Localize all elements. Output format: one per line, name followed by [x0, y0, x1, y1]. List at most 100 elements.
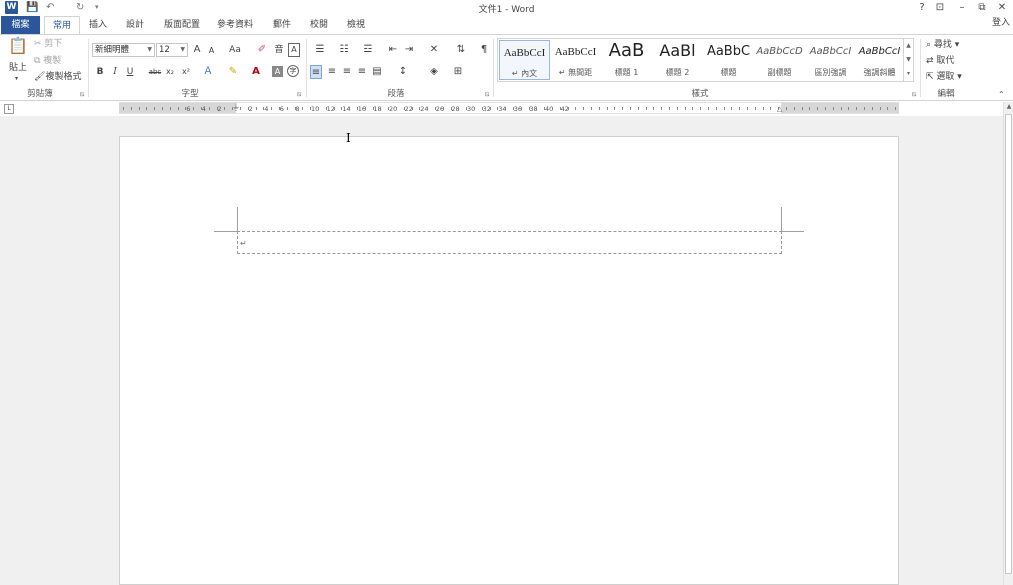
style-subtitle[interactable]: AaBbCcD 副標題 — [754, 40, 805, 80]
document-page[interactable]: ↵ — [119, 136, 899, 585]
help-icon[interactable]: ? — [913, 0, 931, 15]
format-painter-button[interactable]: 🖌複製格式 — [34, 71, 81, 83]
shading-icon[interactable]: ◈ — [424, 65, 444, 79]
borders-icon[interactable]: ⊞ — [448, 65, 468, 79]
clipboard-launcher-icon[interactable]: ⧅ — [80, 90, 84, 99]
style-heading-1[interactable]: AaB 標題 1 — [601, 40, 652, 80]
ruler-tick-mark — [396, 107, 397, 110]
tab-references[interactable]: 參考資料 — [214, 16, 256, 34]
minimize-icon[interactable]: – — [953, 0, 971, 15]
tab-file[interactable]: 檔案 — [1, 16, 40, 34]
ruler-tick-mark — [263, 107, 265, 110]
style-subtle-emphasis[interactable]: AaBbCcI 區別強調 — [805, 40, 856, 80]
change-case-icon[interactable]: Aa — [226, 43, 244, 57]
asian-layout-icon[interactable]: ✕ — [424, 43, 444, 57]
style-heading-2[interactable]: AaBl 標題 2 — [652, 40, 703, 80]
tab-layout[interactable]: 版面配置 — [161, 16, 203, 34]
ruler-tick-mark — [871, 107, 873, 110]
decrease-indent-icon[interactable]: ⇤ — [386, 43, 400, 57]
enclose-char-icon[interactable]: 字 — [287, 65, 299, 77]
chevron-down-icon: ▼ — [180, 46, 185, 53]
shrink-font-icon[interactable]: A — [207, 44, 216, 58]
style-normal[interactable]: AaBbCcI ↵ 內文 — [499, 40, 550, 80]
distributed-icon[interactable]: ▤ — [371, 65, 383, 79]
collapse-ribbon-icon[interactable]: ⌃ — [998, 89, 1005, 101]
editing-group-label: 編輯 — [937, 89, 955, 99]
underline-button[interactable]: U — [124, 65, 136, 79]
paragraph-launcher-icon[interactable]: ⧅ — [485, 90, 489, 99]
ruler-tick-mark — [271, 107, 273, 110]
restore-icon[interactable]: ⧉ — [973, 0, 991, 15]
char-shading-icon[interactable]: A — [272, 66, 283, 77]
font-launcher-icon[interactable]: ⧅ — [297, 90, 301, 99]
text-effects-icon[interactable]: Ａ — [200, 65, 216, 79]
ruler-tick-mark — [286, 107, 288, 110]
tab-review[interactable]: 校閱 — [304, 16, 334, 34]
find-button[interactable]: ⌕ 尋找 ▾ — [926, 39, 959, 51]
indent-marker-icon[interactable]: ⏚ — [232, 102, 240, 113]
highlight-icon[interactable]: ✎ — [224, 65, 242, 79]
vertical-scrollbar[interactable]: ▲ — [1003, 102, 1013, 585]
increase-indent-icon[interactable]: ⇥ — [402, 43, 416, 57]
strikethrough-button[interactable]: abc — [148, 65, 162, 79]
scroll-up-icon[interactable]: ▲ — [1004, 103, 1013, 110]
tab-mailings[interactable]: 郵件 — [267, 16, 297, 34]
scrollbar-thumb[interactable] — [1005, 114, 1012, 574]
numbering-icon[interactable]: ☷ — [334, 43, 354, 57]
show-marks-icon[interactable]: ¶ — [478, 43, 490, 57]
superscript-button[interactable]: x² — [180, 65, 192, 79]
italic-button[interactable]: I — [110, 65, 120, 79]
tab-view[interactable]: 檢視 — [341, 16, 371, 34]
select-button[interactable]: ⇱ 選取 ▾ — [926, 71, 962, 83]
paragraph-group-label: 段落 — [387, 89, 405, 99]
justify-icon[interactable]: ≡ — [356, 65, 368, 79]
align-left-icon[interactable]: ≡ — [310, 65, 322, 79]
align-right-icon[interactable]: ≡ — [341, 65, 353, 79]
paste-dropdown-icon[interactable]: ▾ — [15, 73, 18, 85]
char-border-icon[interactable]: A — [288, 43, 300, 57]
ruler-tick-mark — [450, 107, 452, 110]
chevron-up-icon[interactable]: ▲ — [904, 39, 913, 53]
tab-design[interactable]: 設計 — [120, 16, 150, 34]
font-size-combo[interactable]: 12 ▼ — [156, 43, 188, 57]
grow-font-icon[interactable]: A — [192, 43, 202, 57]
subscript-button[interactable]: x₂ — [164, 65, 176, 79]
tab-selector[interactable]: L — [4, 104, 14, 114]
styles-launcher-icon[interactable]: ⧅ — [912, 90, 916, 99]
horizontal-ruler[interactable]: 6 4 2 2 4 6 8 10 12 14 16 18 20 22 24 26 28 30 32 34 36 38 40 4… — [119, 102, 899, 114]
right-indent-marker-icon[interactable]: △ — [777, 105, 782, 113]
text-area[interactable]: ↵ — [237, 231, 782, 254]
tab-home[interactable]: 常用 — [44, 16, 80, 35]
phonetic-guide-icon[interactable]: ⾳ — [272, 43, 286, 57]
sort-icon[interactable]: ⇅ — [454, 43, 468, 57]
ruler-tick-mark — [458, 107, 460, 110]
font-color-icon[interactable]: A — [248, 65, 264, 79]
close-icon[interactable]: ✕ — [993, 0, 1011, 15]
tab-insert[interactable]: 插入 — [84, 16, 112, 34]
copy-button[interactable]: ⧉ 複製 — [34, 55, 61, 67]
gallery-expand-icon[interactable]: ▾ — [904, 67, 913, 81]
gallery-scroll[interactable]: ▲ ▼ ▾ — [903, 39, 913, 81]
line-spacing-icon[interactable]: ↕ — [393, 65, 413, 79]
replace-button[interactable]: ⇄ 取代 — [926, 55, 954, 67]
align-center-icon[interactable]: ≡ — [326, 65, 338, 79]
ruler-tick-mark — [403, 107, 405, 110]
style-title[interactable]: AaBbC 標題 — [703, 40, 754, 80]
ruler-tick-mark — [224, 107, 226, 110]
bold-button[interactable]: B — [95, 65, 105, 79]
ruler-tick-mark — [177, 107, 179, 110]
style-emphasis[interactable]: AaBbCcI 強調斜體 — [854, 40, 905, 80]
paste-icon[interactable]: 📋 — [8, 38, 28, 59]
clear-format-icon[interactable]: ✐ — [256, 43, 268, 57]
ruler-tick-mark — [349, 107, 351, 110]
ruler-tick-mark — [598, 107, 600, 110]
sign-in-link[interactable]: 登入 — [990, 14, 1012, 32]
multilevel-list-icon[interactable]: ☲ — [358, 43, 378, 57]
chevron-down-icon[interactable]: ▼ — [904, 53, 913, 67]
bullets-icon[interactable]: ☰ — [310, 43, 330, 57]
cut-button[interactable]: ✂ 剪下 — [34, 38, 62, 50]
style-no-spacing[interactable]: AaBbCcI ↵ 無間距 — [550, 40, 601, 80]
ribbon-display-icon[interactable]: ⊡ — [931, 0, 949, 15]
font-name-combo[interactable]: 新細明體 ▼ — [92, 43, 155, 57]
scissors-icon: ✂ — [34, 39, 45, 49]
